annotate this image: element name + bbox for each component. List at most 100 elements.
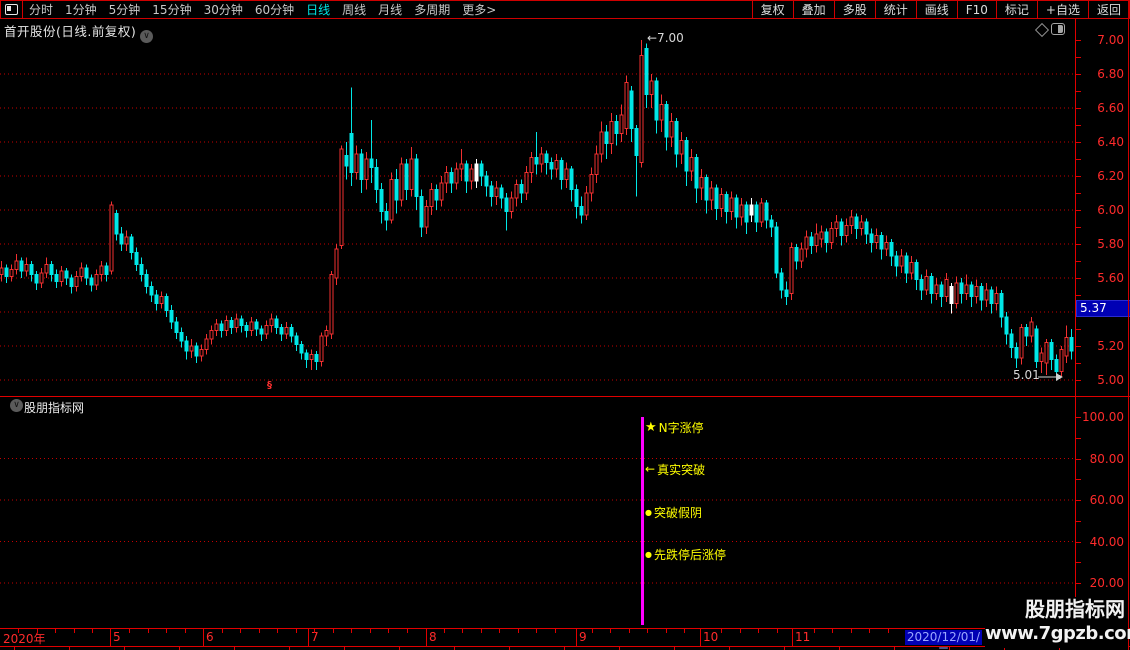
candle-body (584, 192, 589, 216)
candle-body (69, 277, 74, 287)
month-separator (792, 629, 793, 646)
candle-body (434, 189, 439, 201)
menu-item-30分钟[interactable]: 30分钟 (198, 1, 249, 18)
candle-body (394, 178, 399, 201)
menu-item-月线[interactable]: 月线 (372, 1, 408, 18)
candle-body (689, 156, 694, 172)
menu-item-标记[interactable]: 标记 (995, 0, 1037, 19)
high-price-annotation: ←7.00 (647, 31, 684, 45)
candle-body (14, 260, 19, 270)
axis-tick (333, 629, 334, 633)
chevron-down-icon[interactable]: ∨ (10, 399, 23, 412)
axis-tick (1076, 583, 1081, 584)
candle-body (54, 274, 59, 282)
candle-body (329, 274, 334, 335)
price-label: 6.20 (1097, 169, 1124, 183)
candle-body (624, 82, 629, 129)
candle-body (374, 167, 379, 191)
candle-body (124, 236, 129, 245)
screen-right-border (1128, 0, 1129, 650)
menu-item-F10[interactable]: F10 (956, 0, 996, 19)
pane-maximize-icon[interactable] (1051, 23, 1065, 35)
axis-tick (592, 629, 593, 633)
menu-item-分时[interactable]: 分时 (23, 1, 59, 18)
axis-tick (499, 629, 500, 633)
candle-body (274, 318, 279, 328)
menu-item-更多>[interactable]: 更多> (456, 1, 502, 18)
candle-body (704, 177, 709, 201)
window-layout-button[interactable] (1, 1, 23, 18)
indicator-value-label: 60.00 (1089, 493, 1124, 507)
candle-body (174, 321, 179, 333)
month-label-10: 10 (703, 630, 719, 644)
menu-item-复权[interactable]: 复权 (751, 0, 793, 19)
chevron-down-icon[interactable]: ∨ (140, 30, 154, 43)
candle-body (969, 284, 974, 298)
menu-item-画线[interactable]: 画线 (915, 0, 957, 19)
menu-item-日线[interactable]: 日线 (300, 1, 336, 18)
candle-body (459, 163, 464, 170)
candle-body (554, 160, 559, 170)
axis-tick (1076, 193, 1081, 194)
candle-body (644, 48, 649, 95)
candle-body (494, 187, 499, 197)
candle-body (1014, 347, 1019, 359)
month-separator (110, 629, 111, 646)
menu-item-返回[interactable]: 返回 (1087, 0, 1129, 19)
menu-item-统计[interactable]: 统计 (874, 0, 916, 19)
axis-tick (296, 629, 297, 633)
menu-item-叠加[interactable]: 叠加 (792, 0, 834, 19)
candle-body (934, 284, 939, 294)
candle-body (944, 279, 949, 298)
candle-body (919, 279, 924, 291)
candle-body (609, 121, 614, 145)
axis-tick (1076, 479, 1081, 480)
watermark-site-name: 股朋指标网 (1025, 597, 1125, 621)
axis-tick (1076, 278, 1081, 279)
axis-tick (1076, 346, 1081, 347)
axis-tick (240, 629, 241, 633)
axis-tick (555, 629, 556, 633)
candle-body (894, 255, 899, 267)
axis-tick (444, 629, 445, 633)
menu-item-多周期[interactable]: 多周期 (408, 1, 456, 18)
axis-tick (55, 629, 56, 633)
candle-body (9, 269, 14, 277)
candle-body (74, 275, 79, 287)
candle-body (814, 233, 819, 247)
menu-item-60分钟[interactable]: 60分钟 (249, 1, 300, 18)
indicator-chart[interactable] (0, 396, 1075, 628)
signal-marker-icon: ← (645, 462, 656, 477)
candle-body (619, 114, 624, 135)
axis-tick (1076, 417, 1081, 418)
candle-body (859, 221, 864, 230)
menu-item-+自选[interactable]: +自选 (1036, 0, 1088, 19)
axis-tick (536, 629, 537, 633)
menu-item-周线[interactable]: 周线 (336, 1, 372, 18)
candle-body (264, 325, 269, 335)
axis-tick (370, 629, 371, 633)
indicator-value-label: 100.00 (1082, 410, 1124, 424)
candle-body (869, 233, 874, 243)
candle-body (119, 233, 124, 245)
candle-body (1069, 337, 1074, 352)
axis-tick (1076, 210, 1081, 211)
signal-N字涨停: ★ N字涨停 (645, 419, 704, 436)
terminal-window: 分时 1分钟 5分钟 15分钟 30分钟 60分钟 日线 周线 月线 多周期 更多> 复权 叠加 多股统… (0, 0, 1130, 650)
axis-tick (407, 629, 408, 633)
candle-body (794, 246, 799, 262)
menu-item-多股[interactable]: 多股 (833, 0, 875, 19)
candle-body (189, 345, 194, 352)
candle-body (839, 221, 844, 236)
candle-body (549, 161, 554, 170)
window-split-icon (5, 4, 18, 15)
candle-body (484, 175, 489, 187)
menu-item-5分钟[interactable]: 5分钟 (103, 1, 147, 18)
candlestick-chart[interactable] (0, 19, 1075, 396)
menu-item-1分钟[interactable]: 1分钟 (59, 1, 103, 18)
menu-item-15分钟[interactable]: 15分钟 (146, 1, 197, 18)
candle-body (659, 104, 664, 121)
candle-body (89, 277, 94, 286)
axis-tick (388, 629, 389, 633)
axis-tick (1076, 363, 1081, 364)
